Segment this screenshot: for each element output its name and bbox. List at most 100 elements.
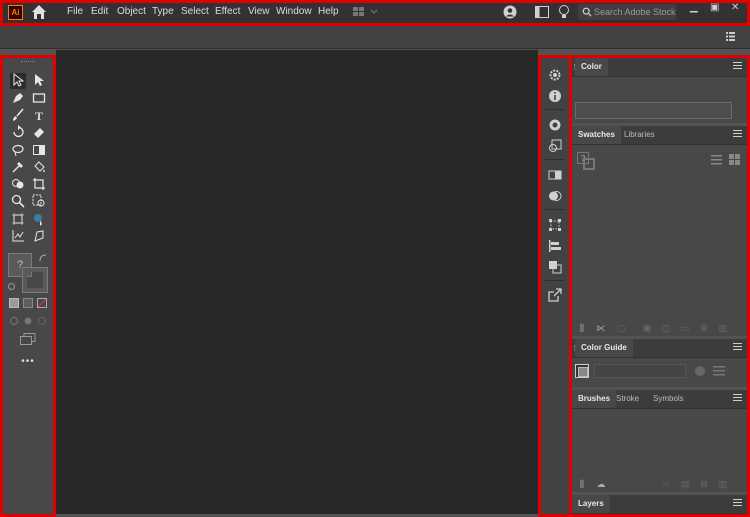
menu-view[interactable]: View <box>248 6 270 17</box>
swatch-options-icon[interactable]: ▢ <box>616 323 626 333</box>
swap-fill-stroke-icon[interactable] <box>39 254 47 262</box>
harmony-rules-dropdown[interactable] <box>594 364 686 378</box>
tab-color-guide[interactable]: Color Guide <box>575 339 633 357</box>
restore-button[interactable]: ▣ <box>710 2 719 13</box>
shape-builder-tool-icon[interactable] <box>10 177 26 193</box>
swatch-libraries-icon[interactable]: ⫼ <box>577 323 587 333</box>
gradient-mode-icon[interactable] <box>23 298 33 308</box>
document-canvas[interactable] <box>56 50 538 514</box>
color-panel-header: Color <box>572 58 747 77</box>
brushes-panel-header: Brushes Stroke Symbols <box>572 390 747 409</box>
default-fill-stroke-icon[interactable] <box>8 282 15 290</box>
color-guide-wheel-icon[interactable] <box>694 365 706 377</box>
color-spectrum-bar[interactable] <box>575 102 732 119</box>
menu-select[interactable]: Select <box>181 6 209 17</box>
perspective-tool-icon[interactable] <box>31 229 47 245</box>
artboard-tool-icon[interactable] <box>10 212 26 228</box>
brush-options-icon[interactable]: ▤ <box>680 479 690 489</box>
brush-library-cloud-icon[interactable]: ☁ <box>596 479 606 489</box>
grid-view-icon[interactable] <box>729 154 740 165</box>
control-bar-menu-icon[interactable] <box>726 32 735 41</box>
delete-brush-icon[interactable]: ▥ <box>718 479 728 489</box>
export-assets-icon[interactable] <box>548 288 563 303</box>
tab-libraries[interactable]: Libraries <box>618 126 661 144</box>
align-icon[interactable] <box>548 239 563 254</box>
color-panel: Color <box>572 58 747 123</box>
home-icon[interactable] <box>31 4 47 20</box>
panel-menu-icon[interactable] <box>733 499 742 508</box>
properties-gear-icon[interactable] <box>548 68 563 83</box>
color-mode-icon[interactable] <box>9 298 19 308</box>
panel-menu-icon[interactable] <box>733 62 742 71</box>
screen-mode-icon[interactable] <box>20 333 36 345</box>
new-color-group-folder-icon[interactable]: ▭ <box>680 323 690 333</box>
paintbrush-tool-icon[interactable] <box>10 108 26 124</box>
menu-edit[interactable]: Edit <box>91 6 108 17</box>
rectangle-tool-icon[interactable] <box>31 91 47 107</box>
edit-color-group-icon[interactable]: ◫ <box>661 323 671 333</box>
type-tool-icon[interactable]: T <box>31 108 47 124</box>
color-guide-base-swatch[interactable] <box>575 364 589 378</box>
slice-selection-tool-icon[interactable] <box>31 212 47 228</box>
tools-grip[interactable] <box>21 61 35 63</box>
drawing-modes-icon[interactable] <box>9 316 47 326</box>
gradient-panel-icon[interactable] <box>548 168 563 183</box>
tab-color[interactable]: Color <box>575 58 608 76</box>
swatch-stroke[interactable] <box>583 158 595 170</box>
edit-toolbar-more-button[interactable]: ••• <box>15 356 41 367</box>
minimize-button[interactable]: ▁ <box>690 2 698 13</box>
brush-libraries-icon[interactable]: ⫼ <box>577 479 587 489</box>
print-tiling-tool-icon[interactable] <box>31 194 47 210</box>
app-logo: Ai <box>8 5 23 20</box>
close-button[interactable]: ✕ <box>731 2 739 13</box>
menu-object[interactable]: Object <box>117 6 146 17</box>
zoom-tool-icon[interactable] <box>10 194 26 210</box>
remove-brush-stroke-icon[interactable]: ⤫ <box>661 479 671 489</box>
menu-file[interactable]: File <box>67 6 83 17</box>
tab-layers[interactable]: Layers <box>572 495 610 513</box>
tab-symbols[interactable]: Symbols <box>647 390 690 408</box>
gradient-tool-icon[interactable] <box>31 143 47 159</box>
discover-lightbulb-icon[interactable] <box>558 5 570 22</box>
panel-menu-icon[interactable] <box>733 394 742 403</box>
dock-separator <box>545 280 565 281</box>
transparency-icon[interactable] <box>548 189 563 204</box>
direct-selection-tool-icon[interactable] <box>31 73 47 89</box>
crop-image-tool-icon[interactable] <box>31 177 47 193</box>
pathfinder-icon[interactable] <box>548 260 563 275</box>
eyedropper-tool-icon[interactable] <box>10 160 26 176</box>
color-group-icon[interactable]: ▣ <box>642 323 652 333</box>
menu-type[interactable]: Type <box>152 6 174 17</box>
delete-swatch-icon[interactable]: ▥ <box>718 323 728 333</box>
none-mode-icon[interactable] <box>37 298 47 308</box>
new-swatch-icon[interactable]: ⊞ <box>699 323 709 333</box>
tab-swatches[interactable]: Swatches <box>572 126 621 144</box>
color-guide-icon[interactable] <box>548 139 563 154</box>
lasso-tool-icon[interactable] <box>10 143 26 159</box>
menu-window[interactable]: Window <box>276 6 312 17</box>
menu-effect[interactable]: Effect <box>215 6 240 17</box>
new-brush-icon[interactable]: ⊞ <box>699 479 709 489</box>
color-guide-list-icon[interactable] <box>713 366 725 376</box>
account-icon[interactable] <box>503 5 517 22</box>
eraser-tool-icon[interactable] <box>31 125 47 141</box>
panel-menu-icon[interactable] <box>733 130 742 139</box>
graph-tool-icon[interactable] <box>10 229 26 245</box>
tab-stroke[interactable]: Stroke <box>610 390 645 408</box>
selection-tool-icon[interactable] <box>10 72 26 89</box>
rotate-tool-icon[interactable] <box>10 125 26 141</box>
stroke-swatch[interactable] <box>22 267 48 293</box>
dock-separator <box>545 209 565 210</box>
list-view-icon[interactable] <box>711 154 722 165</box>
panel-menu-icon[interactable] <box>733 343 742 352</box>
pen-tool-icon[interactable] <box>10 91 26 107</box>
color-wheel-icon[interactable] <box>548 118 563 133</box>
swatch-kind-icon[interactable]: ⋉ <box>596 323 606 333</box>
transform-icon[interactable] <box>548 218 563 233</box>
arrange-documents-icon[interactable] <box>535 6 549 21</box>
search-input[interactable]: Search Adobe Stock <box>578 4 676 20</box>
workspace-switcher[interactable] <box>352 6 382 18</box>
menu-help[interactable]: Help <box>318 6 339 17</box>
live-paint-bucket-icon[interactable] <box>31 160 47 176</box>
info-icon[interactable] <box>548 89 563 104</box>
